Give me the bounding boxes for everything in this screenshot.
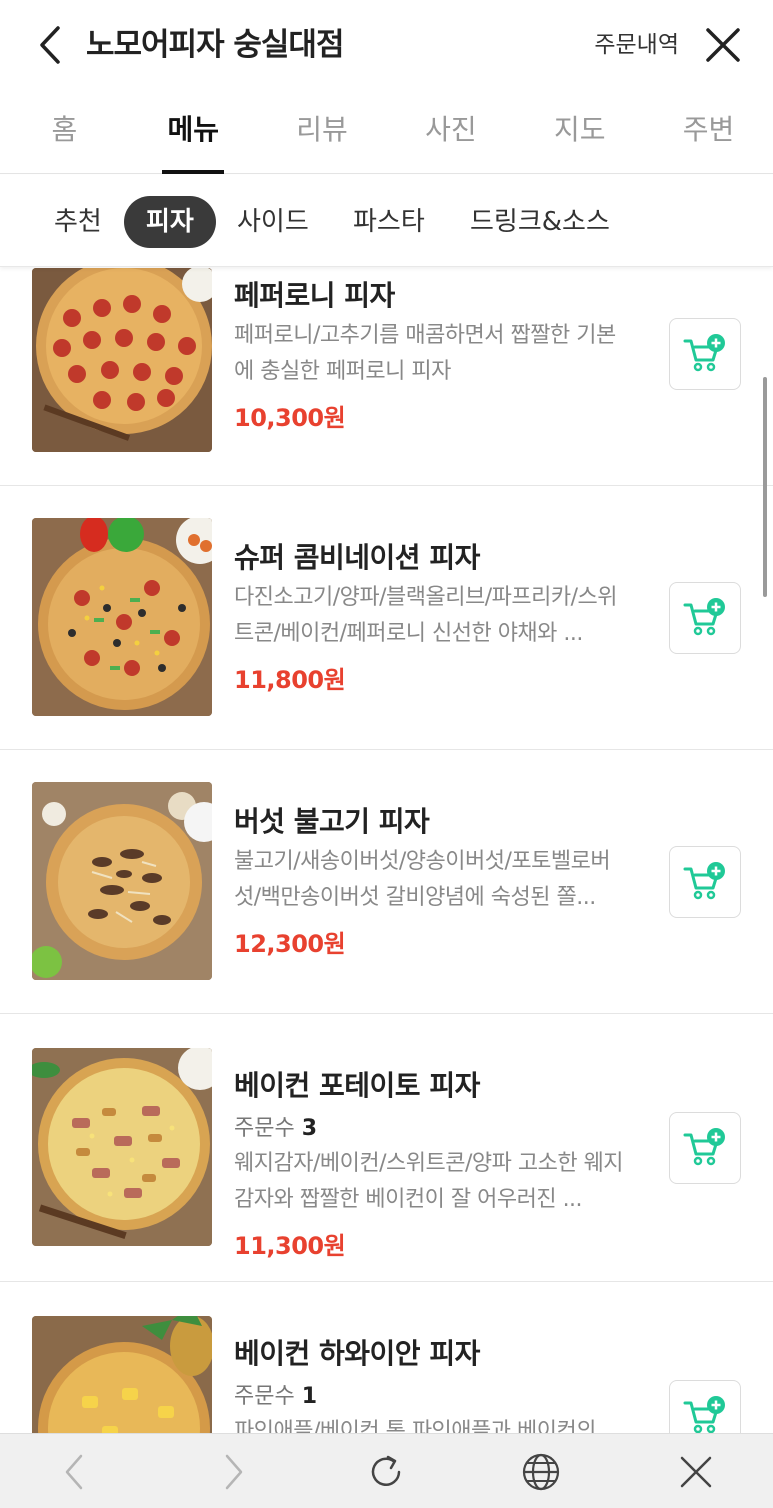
globe-icon <box>522 1453 560 1491</box>
menu-item-name: 슈퍼 콤비네이션 피자 <box>234 541 480 574</box>
chip-recommended[interactable]: 추천 <box>54 196 102 248</box>
menu-item[interactable]: 버섯 불고기 피자 불고기/새송이버섯/양송이버섯/포토벨로버섯/백만송이버섯 … <box>0 750 773 1014</box>
menu-item-name: 베이컨 하와이안 피자 <box>234 1337 480 1370</box>
order-count-value: 3 <box>301 1116 318 1141</box>
order-count-label: 주문수 <box>234 1384 295 1409</box>
menu-item-description: 파인애플/베이컨 통 파인애플과 베이컨의 <box>234 1419 596 1433</box>
cart-plus-icon <box>683 862 725 900</box>
menu-item[interactable]: 베이컨 포테이토 피자 주문수 3 웨지감자/베이컨/스위트콘/양파 고소한 웨… <box>0 1014 773 1282</box>
menu-item[interactable]: 베이컨 하와이안 피자 주문수 1 파인애플/베이컨 통 파인애플과 베이컨의 <box>0 1282 773 1433</box>
add-to-cart-button[interactable] <box>669 846 741 918</box>
tab-nearby[interactable]: 주변 <box>644 90 773 173</box>
browser-close-button[interactable] <box>670 1446 722 1498</box>
browser-toolbar <box>0 1433 773 1508</box>
menu-list: 페퍼로니 피자 페퍼로니/고추기름 매콤하면서 짭짤한 기본에 충실한 페퍼로니… <box>0 268 773 1433</box>
browser-globe-button[interactable] <box>515 1446 567 1498</box>
store-title: 노모어피자 숭실대점 <box>86 27 344 63</box>
menu-item-photo <box>32 268 212 452</box>
tab-photos[interactable]: 사진 <box>386 90 515 173</box>
order-count: 주문수 1 <box>234 1378 317 1410</box>
close-button[interactable] <box>701 22 745 68</box>
order-count-value: 1 <box>301 1384 318 1409</box>
menu-item-description: 웨지감자/베이컨/스위트콘/양파 고소한 웨지감자와 짭짤한 베이컨이 잘 어우… <box>234 1151 624 1212</box>
tab-menu[interactable]: 메뉴 <box>129 90 258 174</box>
chevron-left-icon <box>40 26 60 64</box>
menu-item-description: 불고기/새송이버섯/양송이버섯/포토벨로버섯/백만송이버섯 갈비양념에 숙성된 … <box>234 849 611 910</box>
chip-pizza[interactable]: 피자 <box>124 196 216 248</box>
top-header: 노모어피자 숭실대점 주문내역 <box>0 0 773 90</box>
category-chip-bar: 추천 피자 사이드 파스타 드링크&소스 <box>0 175 773 267</box>
menu-item-name: 버섯 불고기 피자 <box>234 805 430 838</box>
add-to-cart-button[interactable] <box>669 1380 741 1433</box>
menu-item-photo <box>32 518 212 716</box>
add-to-cart-button[interactable] <box>669 1112 741 1184</box>
menu-item[interactable]: 페퍼로니 피자 페퍼로니/고추기름 매콤하면서 짭짤한 기본에 충실한 페퍼로니… <box>0 268 773 486</box>
main-tab-bar: 홈 메뉴 리뷰 사진 지도 주변 <box>0 90 773 174</box>
close-icon <box>680 1456 712 1488</box>
menu-item-price: 12,300원 <box>234 930 346 958</box>
tab-map[interactable]: 지도 <box>515 90 644 173</box>
menu-item-photo <box>32 1048 212 1246</box>
cart-plus-icon <box>683 598 725 636</box>
chevron-right-icon <box>225 1454 243 1490</box>
menu-item-name: 페퍼로니 피자 <box>234 279 395 312</box>
menu-item-price: 10,300원 <box>234 404 346 432</box>
menu-item-price: 11,800원 <box>234 666 346 694</box>
chip-side[interactable]: 사이드 <box>237 196 309 248</box>
order-count-label: 주문수 <box>234 1116 295 1141</box>
add-to-cart-button[interactable] <box>669 318 741 390</box>
refresh-icon <box>371 1455 401 1486</box>
chip-pasta[interactable]: 파스타 <box>353 196 425 248</box>
chevron-left-icon <box>65 1454 83 1490</box>
cart-plus-icon <box>683 1396 725 1433</box>
menu-item-photo <box>32 782 212 980</box>
browser-refresh-button[interactable] <box>360 1446 412 1498</box>
tab-home[interactable]: 홈 <box>0 90 129 173</box>
menu-item-description: 다진소고기/양파/블랙올리브/파프리카/스위트콘/베이컨/페퍼로니 신선한 야채… <box>234 585 617 646</box>
browser-forward-button[interactable] <box>208 1446 260 1498</box>
back-button[interactable] <box>30 22 70 68</box>
cart-plus-icon <box>683 334 725 372</box>
browser-back-button[interactable] <box>48 1446 100 1498</box>
scrollbar[interactable] <box>763 377 767 597</box>
tab-reviews[interactable]: 리뷰 <box>258 90 387 173</box>
cart-plus-icon <box>683 1128 725 1166</box>
menu-item-description: 페퍼로니/고추기름 매콤하면서 짭짤한 기본에 충실한 페퍼로니 피자 <box>234 323 616 384</box>
chip-drink-sauce[interactable]: 드링크&소스 <box>470 196 610 248</box>
menu-item-name: 베이컨 포테이토 피자 <box>234 1069 480 1102</box>
menu-item-photo <box>32 1316 212 1433</box>
order-count: 주문수 3 <box>234 1110 317 1142</box>
menu-item-price: 11,300원 <box>234 1232 346 1260</box>
order-history-link[interactable]: 주문내역 <box>594 26 679 64</box>
add-to-cart-button[interactable] <box>669 582 741 654</box>
menu-item[interactable]: 슈퍼 콤비네이션 피자 다진소고기/양파/블랙올리브/파프리카/스위트콘/베이컨… <box>0 486 773 750</box>
close-icon <box>706 28 740 62</box>
